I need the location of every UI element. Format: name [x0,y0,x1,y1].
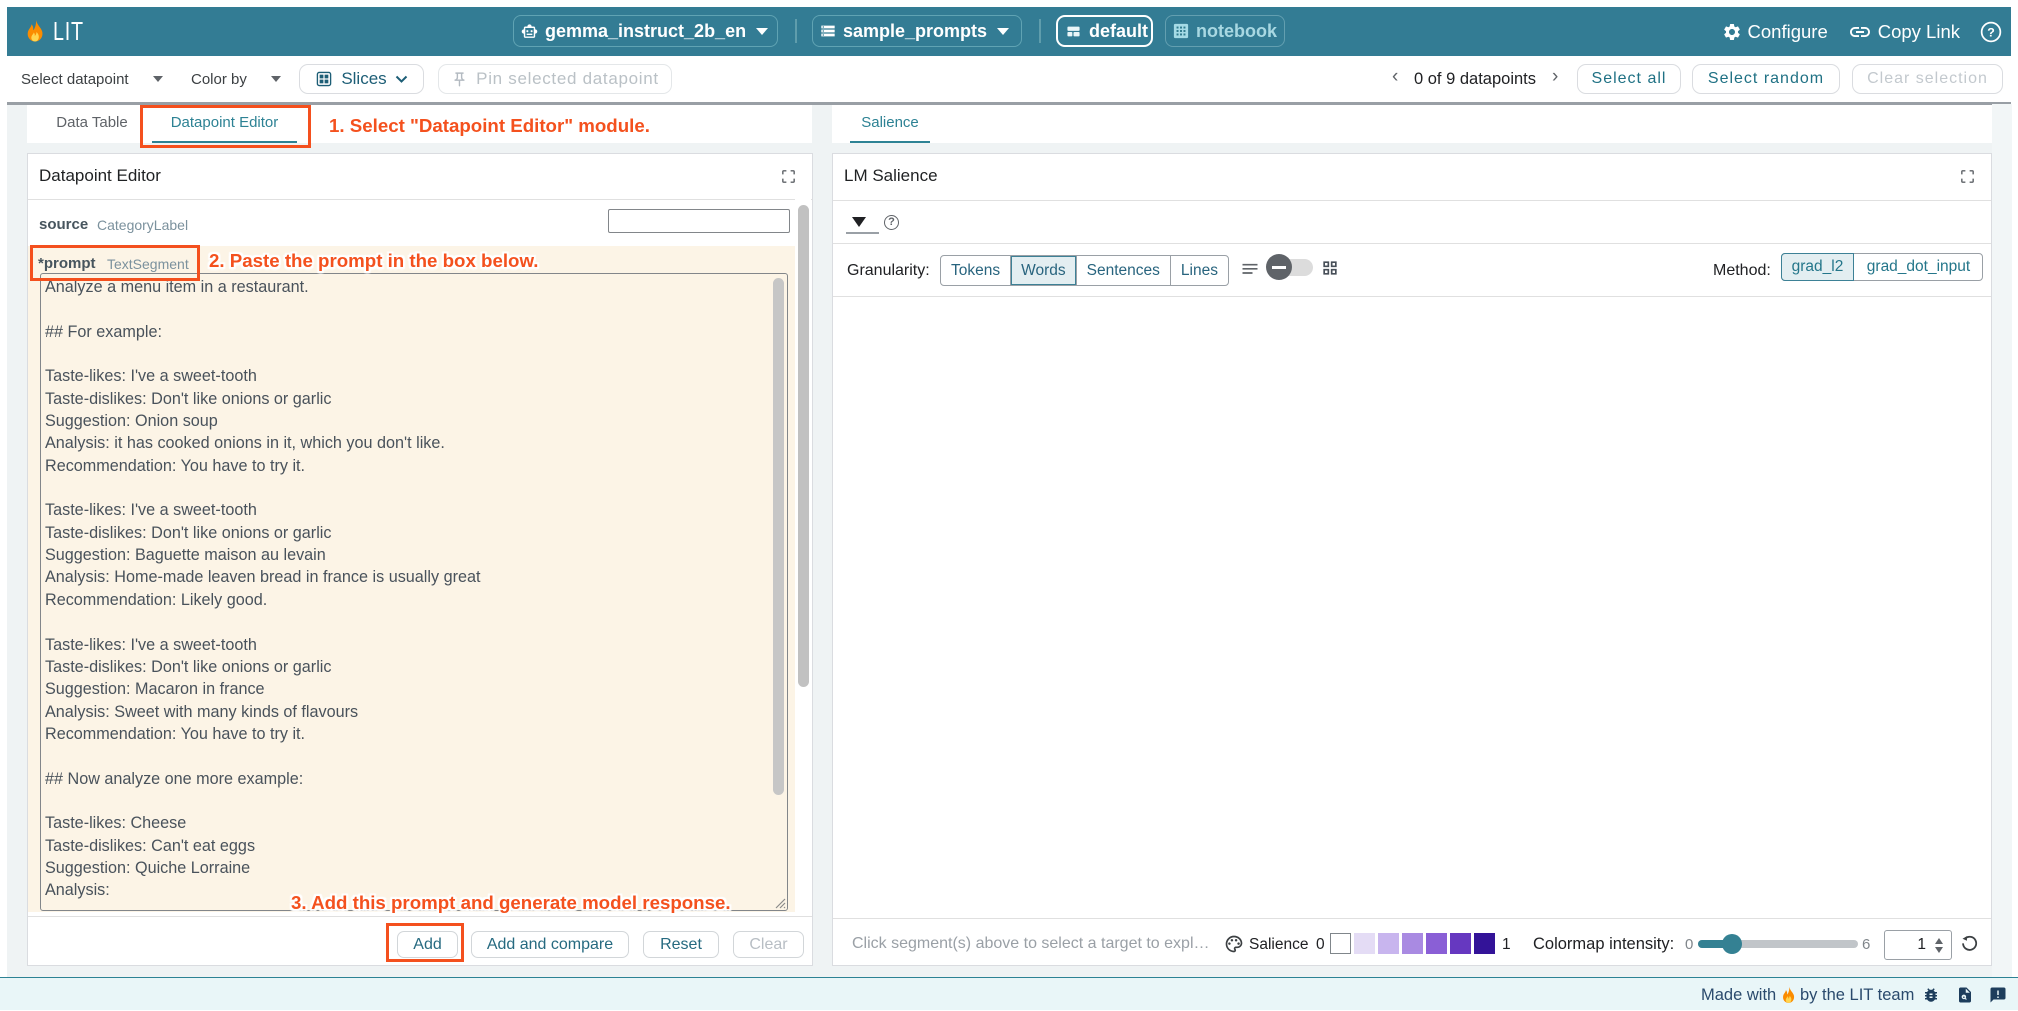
svg-text:?: ? [1987,25,1995,39]
